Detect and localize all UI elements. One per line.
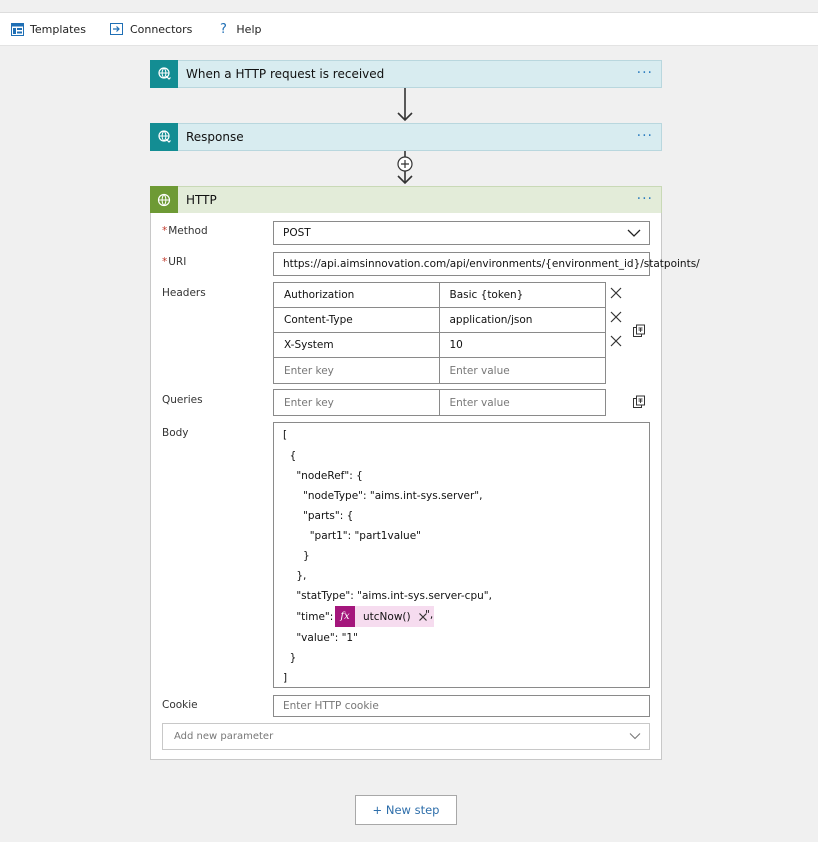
- body-editor[interactable]: [ { "nodeRef": { "nodeType": "aims.int-s…: [273, 422, 650, 688]
- step-trigger-header[interactable]: When a HTTP request is received ···: [150, 60, 662, 88]
- body-code-line: {: [283, 450, 297, 462]
- header-row: Content-Type application/json: [274, 308, 605, 333]
- body-code-line: ]: [283, 672, 288, 684]
- connectors-icon: [110, 22, 124, 36]
- body-code-line: "value": "1": [283, 632, 358, 644]
- help-icon: ?: [219, 21, 227, 37]
- header-value-placeholder[interactable]: Enter value: [440, 358, 606, 383]
- header-row: Authorization Basic {token}: [274, 283, 605, 308]
- chevron-down-icon: [627, 229, 641, 237]
- step-response-card[interactable]: Response ···: [150, 123, 662, 151]
- step-response-header[interactable]: Response ···: [150, 123, 662, 151]
- fx-icon: fx: [335, 606, 355, 627]
- step-http-card[interactable]: HTTP ···: [150, 186, 662, 214]
- cookie-label: Cookie: [162, 699, 198, 711]
- body-code-line: [: [283, 429, 288, 441]
- header-value-input[interactable]: Basic {token}: [440, 283, 606, 307]
- body-code-line: "part1": "part1value": [283, 530, 422, 542]
- switch-to-text-mode-icon[interactable]: [632, 395, 646, 409]
- body-code-line: }: [283, 550, 310, 562]
- step-trigger-card[interactable]: When a HTTP request is received ···: [150, 60, 662, 88]
- body-code-line: "nodeType": "aims.int-sys.server",: [283, 490, 483, 502]
- step-http-header[interactable]: HTTP ···: [150, 186, 662, 214]
- connectors-label: Connectors: [129, 22, 193, 36]
- add-parameter-placeholder: Add new parameter: [174, 731, 274, 742]
- step-http-title: HTTP: [186, 193, 217, 207]
- expression-token-utcnow[interactable]: fx utcNow(): [335, 606, 434, 627]
- chevron-down-icon: [629, 733, 641, 740]
- http-globe-icon: [150, 186, 178, 214]
- templates-label: Templates: [30, 22, 86, 36]
- uri-label: *URI: [162, 256, 187, 268]
- new-step-button[interactable]: + New step: [355, 795, 457, 825]
- insert-step-plus-icon[interactable]: [397, 156, 413, 172]
- remove-header-icon[interactable]: [609, 286, 623, 300]
- remove-header-icon[interactable]: [609, 310, 623, 324]
- queries-label: Queries: [162, 394, 203, 406]
- header-key-input[interactable]: X-System: [274, 333, 440, 357]
- queries-table: Enter key Enter value: [273, 389, 606, 416]
- header-key-placeholder[interactable]: Enter key: [274, 358, 440, 383]
- help-button[interactable]: ? Help: [216, 21, 262, 37]
- method-label: *Method: [162, 225, 208, 237]
- templates-button[interactable]: Templates: [10, 22, 86, 36]
- request-globe-icon: [150, 60, 178, 88]
- header-value-input[interactable]: 10: [440, 333, 606, 357]
- cookie-placeholder: Enter HTTP cookie: [283, 700, 379, 712]
- expression-token-name: utcNow(): [363, 610, 411, 623]
- method-dropdown[interactable]: POST: [273, 221, 650, 245]
- http-card-body: *Method POST *URI https://api.aimsinnova…: [150, 213, 700, 760]
- step-trigger-title: When a HTTP request is received: [186, 67, 385, 81]
- uri-input[interactable]: https://api.aimsinnovation.com/api/envir…: [273, 252, 700, 276]
- body-label: Body: [162, 427, 189, 439]
- connector-arrow-1: [397, 88, 413, 122]
- uri-value: https://api.aimsinnovation.com/api/envir…: [283, 258, 700, 270]
- body-code-line: },: [283, 570, 307, 582]
- body-code-line: ",: [425, 609, 434, 621]
- response-globe-icon: [150, 123, 178, 151]
- method-value: POST: [283, 227, 311, 239]
- step-response-menu-icon[interactable]: ···: [637, 128, 653, 144]
- headers-label: Headers: [162, 287, 206, 299]
- header-key-input[interactable]: Authorization: [274, 283, 440, 307]
- header-value-input[interactable]: application/json: [440, 308, 606, 332]
- header-row-new: Enter key Enter value: [274, 358, 605, 383]
- query-row-new: Enter key Enter value: [274, 390, 605, 415]
- remove-header-icon[interactable]: [609, 334, 623, 348]
- templates-icon: [10, 22, 24, 36]
- step-response-title: Response: [186, 130, 244, 144]
- switch-to-text-mode-icon[interactable]: [632, 324, 646, 338]
- connectors-button[interactable]: Connectors: [110, 22, 192, 36]
- query-value-placeholder[interactable]: Enter value: [440, 390, 606, 415]
- body-code-line: "nodeRef": {: [283, 470, 363, 482]
- step-http-menu-icon[interactable]: ···: [637, 191, 653, 207]
- body-code-line: "statType": "aims.int-sys.server-cpu",: [283, 590, 492, 602]
- headers-table: Authorization Basic {token} Content-Type…: [273, 282, 606, 384]
- body-code-line: "parts": {: [283, 510, 354, 522]
- add-parameter-dropdown[interactable]: Add new parameter: [162, 723, 650, 750]
- body-code-line: "time": ": [283, 611, 342, 623]
- header-key-input[interactable]: Content-Type: [274, 308, 440, 332]
- header-row: X-System 10: [274, 333, 605, 358]
- help-label: Help: [236, 22, 262, 36]
- step-trigger-menu-icon[interactable]: ···: [637, 65, 653, 81]
- designer-toolbar: Templates Connectors ? Help: [0, 12, 818, 46]
- cookie-input[interactable]: Enter HTTP cookie: [273, 695, 650, 717]
- body-code-line: }: [283, 652, 297, 664]
- query-key-placeholder[interactable]: Enter key: [274, 390, 440, 415]
